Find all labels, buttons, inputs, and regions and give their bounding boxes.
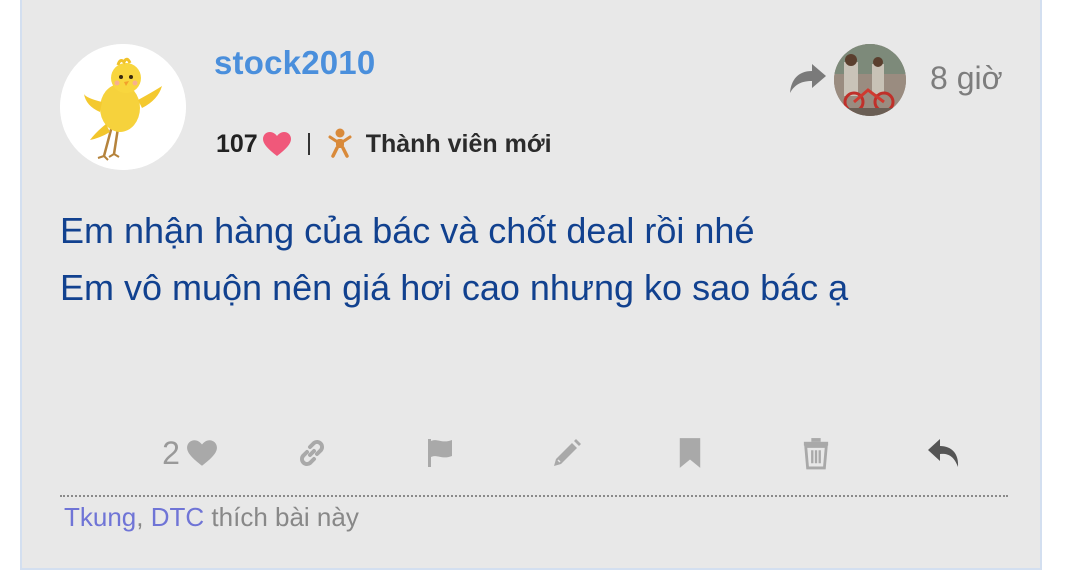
reply-icon: [928, 439, 959, 467]
baby-icon: [328, 128, 352, 160]
reaction-count: 2: [162, 434, 180, 471]
next-post-edge: [20, 568, 1042, 574]
user-avatar[interactable]: [60, 44, 186, 170]
reply-button[interactable]: [922, 428, 966, 478]
content-line: Em nhận hàng của bác và chốt deal rồi nh…: [60, 210, 755, 251]
likes-summary: Tkung, DTC thích bài này: [64, 502, 359, 533]
username-link[interactable]: stock2010: [214, 44, 375, 82]
link-icon: [300, 440, 324, 466]
pencil-icon: [554, 439, 581, 466]
liker-link[interactable]: DTC: [151, 502, 204, 532]
post-actions: 2: [22, 428, 1044, 478]
content-line: Em vô muộn nên giá hơi cao nhưng ko sao …: [60, 267, 849, 308]
flag-icon: [428, 439, 452, 467]
user-stats: 107 Thành viên mới: [216, 126, 552, 162]
user-rank: Thành viên mới: [365, 129, 552, 158]
post-content: Em nhận hàng của bác và chốt deal rồi nh…: [60, 202, 848, 316]
heart-icon: [186, 440, 217, 466]
heart-icon: [262, 131, 292, 157]
user-likes-count: 107: [216, 129, 258, 158]
like-button[interactable]: 2: [150, 428, 230, 478]
report-button[interactable]: [418, 428, 462, 478]
liker-link[interactable]: Tkung: [64, 502, 136, 532]
share-icon[interactable]: [788, 60, 828, 96]
photo-avatar-icon: [834, 44, 906, 116]
trash-icon: [803, 438, 829, 470]
delete-button[interactable]: [794, 428, 838, 478]
post-card: stock2010 107 Thành viên mới 8 giờ Em nh…: [20, 0, 1042, 568]
permalink-button[interactable]: [290, 428, 334, 478]
likes-divider: [60, 495, 1008, 497]
likers-separator: ,: [136, 502, 144, 532]
yellow-bird-icon: [60, 44, 186, 170]
edit-button[interactable]: [544, 428, 588, 478]
stats-divider: [307, 133, 310, 155]
likers-suffix: thích bài này: [211, 502, 359, 532]
post-time: 8 giờ: [930, 60, 1003, 96]
shared-user-avatar[interactable]: [834, 44, 906, 116]
bookmark-icon: [679, 438, 701, 468]
bookmark-button[interactable]: [668, 428, 712, 478]
